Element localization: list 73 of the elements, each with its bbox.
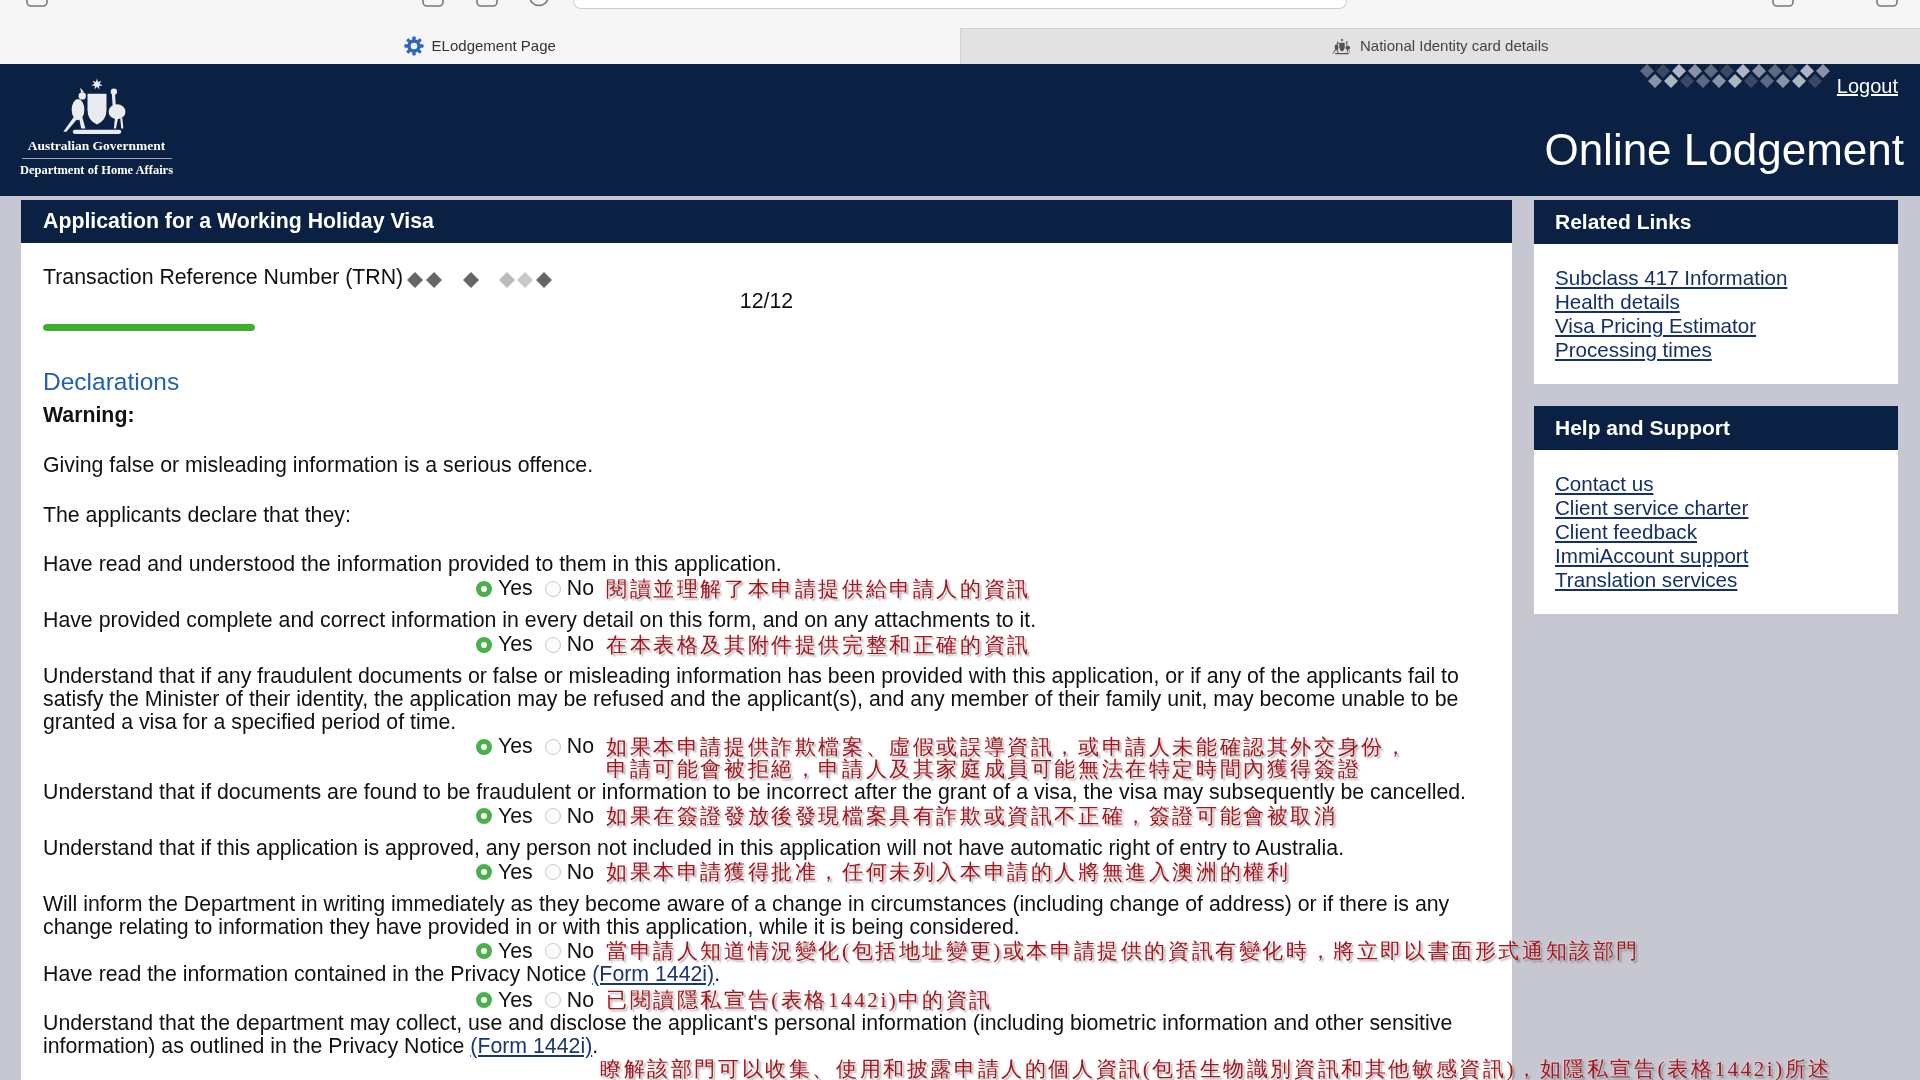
- radio-button[interactable]: [476, 943, 492, 959]
- radio-button[interactable]: [544, 738, 561, 755]
- radio-button[interactable]: [476, 808, 492, 824]
- radio-label[interactable]: Yes: [498, 939, 533, 963]
- address-field[interactable]: [573, 0, 1347, 9]
- crest-icon: [1332, 38, 1353, 55]
- radio-button[interactable]: [544, 943, 561, 959]
- handwritten-note: 瞭解該部門可以收集、使用和披露申請人的個人資訊(包括生物識別資訊和其他敏感資訊)，如隱私宣告(表格1442i)所述: [600, 1057, 1832, 1080]
- diamond-pattern-icon: [406, 271, 555, 289]
- radio-label[interactable]: No: [566, 988, 594, 1012]
- page-title: Online Lodgement: [1544, 125, 1904, 175]
- paragraph-text: Giving false or misleading information is a serious offence.: [43, 453, 595, 477]
- declaration-text: Have read the information contained in the Privacy Notice (Form 1442i).: [43, 961, 721, 986]
- browser-tab[interactable]: National Identity card details: [959, 28, 1920, 64]
- radio-label[interactable]: No: [566, 804, 594, 828]
- radio-label[interactable]: Yes: [498, 804, 533, 828]
- declaration-text: Have provided complete and correct information in every detail on this form, and on any attachments to it.: [43, 608, 1037, 632]
- radio-button[interactable]: [476, 636, 492, 653]
- radio-label[interactable]: Yes: [498, 860, 533, 884]
- radio-button[interactable]: [544, 636, 561, 653]
- panel-header: Application for a Working Holiday Visa: [21, 200, 1512, 243]
- card-header: Help and Support: [1534, 406, 1898, 450]
- radio-button[interactable]: [476, 738, 492, 755]
- declaration-text: Have read and understood the information provided to them in this application.: [43, 552, 782, 576]
- sidebar-link[interactable]: Translation services: [1555, 568, 1738, 592]
- radio-button[interactable]: [544, 580, 561, 597]
- paragraph-text: The applicants declare that they:: [43, 503, 352, 527]
- sidebar-link[interactable]: Health details: [1555, 290, 1680, 314]
- handwritten-note: 在本表格及其附件提供完整和正確的資訊: [606, 633, 1031, 656]
- trn-label: Transaction Reference Number (TRN): [43, 265, 404, 289]
- handwritten-note: 閱讀並理解了本申請提供給申請人的資訊: [606, 577, 1031, 600]
- sidebar-link[interactable]: Client feedback: [1555, 520, 1697, 544]
- radio-button[interactable]: [476, 864, 492, 880]
- declaration-text: Understand that if any fraudulent documents or false or misleading information has been provided with this application, or if any of the applicants fail to satisfy the Minister of their identity, the application may be refused and the applicant(s), and any member of their family unit, may become unable to be granted a visa for a specified period of time.: [43, 664, 1459, 734]
- radio-label[interactable]: Yes: [498, 988, 533, 1012]
- gear-icon: [403, 36, 424, 56]
- radio-button[interactable]: [476, 580, 492, 597]
- declaration-text: Understand that if this application is approved, any person not included in this application will not have automatic right of entry to Australia.: [43, 835, 1345, 860]
- handwritten-note: 如果在簽證發放後發現檔案具有詐欺或資訊不正確，簽證可能會被取消: [606, 805, 1338, 827]
- sidebar-link[interactable]: ImmiAccount support: [1555, 544, 1749, 568]
- logout-link[interactable]: Logout: [1836, 74, 1898, 98]
- department-name: Department of Home Affairs: [19, 162, 174, 178]
- handwritten-note: 當申請人知道情況變化(包括地址變更)或本申請提供的資訊有變化時，將立即以書面形式通知該部門: [606, 940, 1640, 962]
- declaration-text: Will inform the Department in writing immediately as they become aware of a change in circumstances (including change of address) or if there is any change relating to information they have provided in or with this application, while it is being considered.: [43, 891, 1450, 939]
- radio-label[interactable]: No: [566, 577, 594, 600]
- radio-label[interactable]: No: [566, 939, 594, 963]
- handwritten-note: 已閱讀隱私宣告(表格1442i)中的資訊: [606, 989, 993, 1011]
- handwritten-note: 如果本申請提供詐欺檔案、虛假或誤導資訊，或申請人未能確認其外交身份， 申請可能會被拒絕，申請人及其家庭成員可能無法在特定時間內獲得簽證: [606, 735, 1409, 780]
- sidebar-link[interactable]: Client service charter: [1555, 496, 1749, 520]
- radio-label[interactable]: Yes: [498, 735, 533, 758]
- radio-label[interactable]: No: [566, 633, 594, 656]
- warning-label: Warning:: [43, 403, 136, 427]
- card-header: Related Links: [1534, 200, 1898, 244]
- form-link[interactable]: (Form 1442i): [470, 1033, 593, 1058]
- sidebar-link[interactable]: Contact us: [1555, 472, 1654, 496]
- radio-button[interactable]: [476, 992, 492, 1008]
- radio-label[interactable]: No: [566, 860, 594, 884]
- agency-name: Australian Government: [27, 138, 166, 154]
- radio-button[interactable]: [544, 864, 561, 880]
- radio-label[interactable]: Yes: [498, 633, 533, 656]
- sidebar-link[interactable]: Visa Pricing Estimator: [1555, 314, 1757, 338]
- sidebar-link[interactable]: Subclass 417 Information: [1555, 266, 1788, 290]
- section-heading: Declarations: [43, 368, 181, 396]
- radio-label[interactable]: No: [566, 735, 594, 758]
- sidebar-link[interactable]: Processing times: [1555, 338, 1712, 362]
- radio-label[interactable]: Yes: [498, 577, 533, 600]
- radio-button[interactable]: [544, 992, 561, 1008]
- form-link[interactable]: (Form 1442i): [592, 961, 715, 986]
- handwritten-note: 如果本申請獲得批准，任何未列入本申請的人將無進入澳洲的權利: [606, 861, 1291, 883]
- radio-button[interactable]: [544, 808, 561, 824]
- declaration-text: Understand that if documents are found to be fraudulent or information to be incorrect after the grant of a visa, the visa may subsequently be cancelled.: [43, 779, 1466, 804]
- step-counter: 12/12: [739, 289, 794, 313]
- browser-tab[interactable]: ELodgement Page: [0, 28, 960, 64]
